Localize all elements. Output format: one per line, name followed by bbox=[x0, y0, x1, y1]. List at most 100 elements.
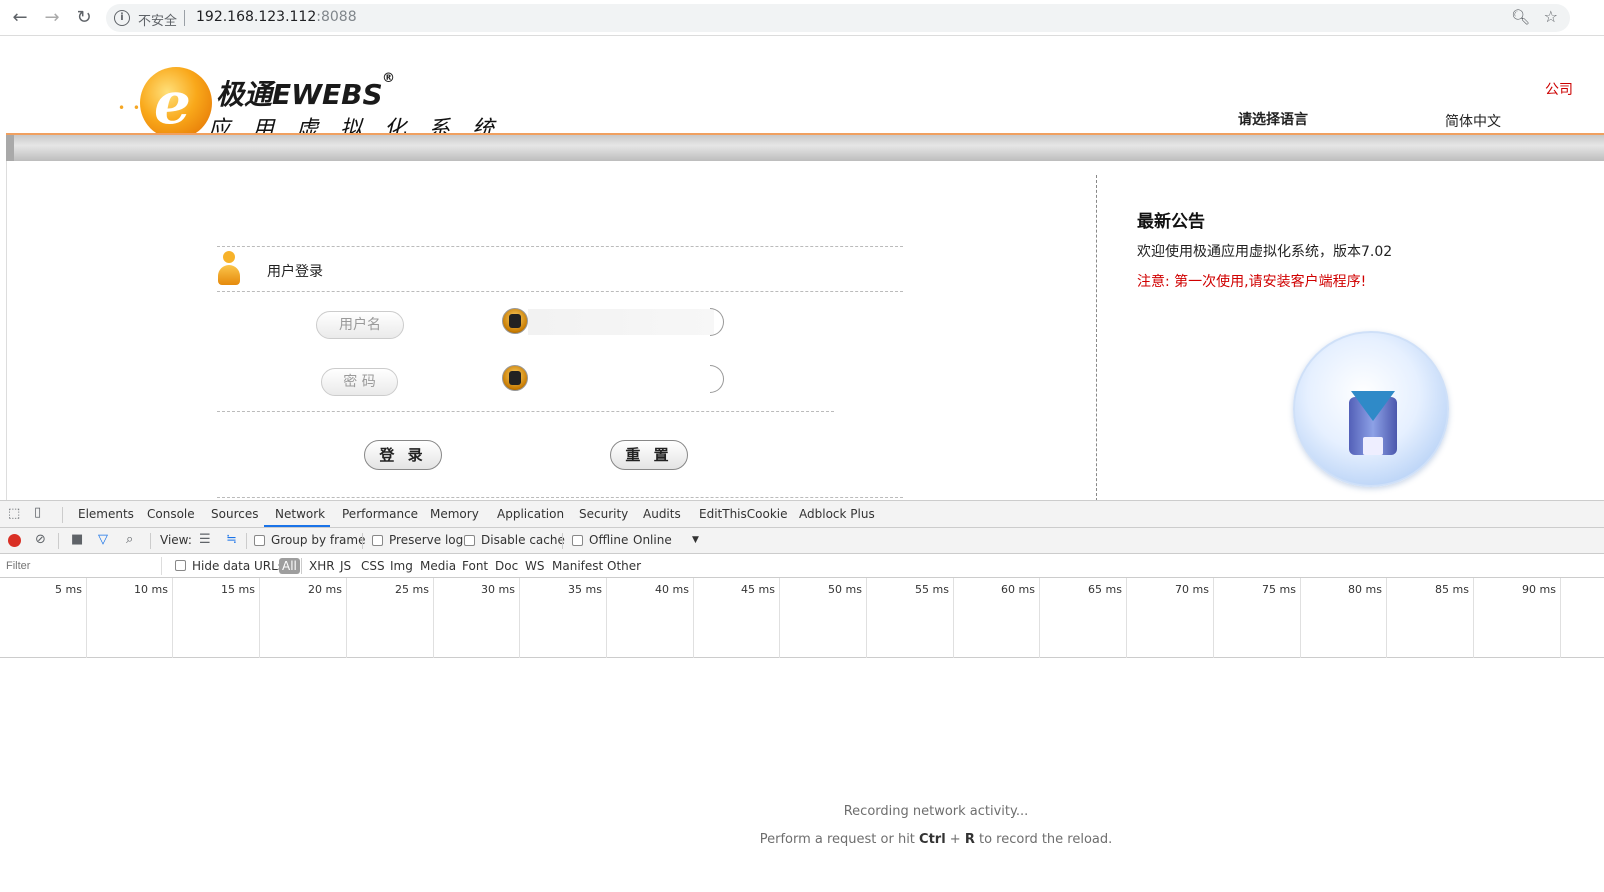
tab-network[interactable]: Network bbox=[275, 507, 325, 521]
chevron-down-icon[interactable]: ▼ bbox=[692, 535, 699, 545]
address-bar[interactable]: i 不安全 192.168.123.112:8088 🔍︎ ☆ bbox=[106, 4, 1570, 32]
timeline-tick-label: 90 ms bbox=[1522, 583, 1556, 596]
r-key: R bbox=[964, 832, 975, 847]
back-arrow-icon[interactable]: ← bbox=[8, 6, 32, 30]
tab-editthiscookie[interactable]: EditThisCookie bbox=[699, 507, 788, 521]
news-title: 最新公告 bbox=[1137, 212, 1205, 232]
tab-application[interactable]: Application bbox=[497, 507, 564, 521]
filter-media[interactable]: Media bbox=[420, 559, 456, 573]
reload-hint-plus: + bbox=[945, 832, 965, 847]
preserve-log-checkbox[interactable] bbox=[372, 535, 383, 546]
tab-memory[interactable]: Memory bbox=[430, 507, 479, 521]
page-left-border bbox=[6, 161, 7, 501]
devtools-panel: ⬚ ▯ Elements Console Sources Network Per… bbox=[0, 500, 1604, 892]
reload-icon[interactable]: ↻ bbox=[72, 6, 96, 30]
username-input[interactable] bbox=[528, 309, 714, 335]
tab-adblock-plus[interactable]: Adblock Plus bbox=[799, 507, 875, 521]
reload-hint: Perform a request or hit Ctrl + R to rec… bbox=[0, 832, 1604, 847]
login-button[interactable]: 登 录 bbox=[364, 440, 442, 470]
browser-toolbar: ← → ↻ i 不安全 192.168.123.112:8088 🔍︎ ☆ bbox=[0, 0, 1604, 36]
toolbar-separator bbox=[246, 533, 247, 549]
group-by-frame-checkbox[interactable] bbox=[254, 535, 265, 546]
logo-e-icon: e bbox=[140, 67, 212, 139]
web-page: • • e 极通EWEBS ® 应用虚拟化系统 请选择语言 简体中文 公司 用户… bbox=[0, 37, 1604, 501]
tab-security[interactable]: Security bbox=[579, 507, 628, 521]
address-separator bbox=[184, 10, 185, 26]
filter-all[interactable]: All bbox=[279, 558, 300, 574]
forward-arrow-icon[interactable]: → bbox=[40, 6, 64, 30]
screenshot-camera-icon[interactable]: ■ bbox=[71, 532, 83, 547]
client-download-icon[interactable] bbox=[1293, 331, 1449, 487]
username-label: 用户名 bbox=[316, 311, 404, 339]
filter-manifest[interactable]: Manifest bbox=[552, 559, 603, 573]
inspect-element-icon[interactable]: ⬚ bbox=[8, 506, 20, 521]
waterfall-icon[interactable]: ≒ bbox=[226, 532, 237, 547]
filter-other[interactable]: Other bbox=[607, 559, 641, 573]
ctrl-key: Ctrl bbox=[919, 832, 946, 847]
toolbar-separator bbox=[362, 533, 363, 549]
password-label: 密 码 bbox=[321, 368, 398, 396]
device-toolbar-icon[interactable]: ▯ bbox=[34, 505, 41, 520]
preserve-log-label: Preserve log bbox=[389, 533, 464, 547]
disable-cache-label: Disable cache bbox=[481, 533, 565, 547]
network-timeline-overview[interactable]: 5 ms 10 ms 15 ms 20 ms 25 ms 30 ms 35 ms 40 ms 4… bbox=[0, 578, 1604, 658]
lock-icon bbox=[502, 365, 528, 391]
clear-icon[interactable]: ⊘ bbox=[35, 532, 46, 547]
logo-title: 极通EWEBS bbox=[216, 78, 383, 111]
news-warning-text: 注意: 第一次使用,请安装客户端程序! bbox=[1137, 274, 1367, 290]
user-avatar-icon bbox=[502, 308, 528, 334]
network-toolbar: ⊘ ■ ▽ ⌕ View: ☰ ≒ Group by frame Preserv… bbox=[0, 528, 1604, 554]
filter-js[interactable]: JS bbox=[340, 559, 351, 573]
tab-sources[interactable]: Sources bbox=[211, 507, 258, 521]
top-right-link[interactable]: 公司 bbox=[1545, 79, 1573, 99]
view-label: View: bbox=[160, 533, 192, 547]
large-rows-icon[interactable]: ☰ bbox=[199, 532, 211, 547]
offline-checkbox[interactable] bbox=[572, 535, 583, 546]
login-title-divider bbox=[217, 291, 903, 292]
zoom-icon[interactable]: 🔍︎ bbox=[1511, 8, 1530, 26]
password-input[interactable] bbox=[528, 366, 714, 392]
filter-font[interactable]: Font bbox=[462, 559, 488, 573]
tab-elements[interactable]: Elements bbox=[78, 507, 134, 521]
url-host: 192.168.123.112 bbox=[196, 9, 317, 25]
logo-dots: • • bbox=[118, 101, 142, 115]
reload-hint-post: to record the reload. bbox=[974, 832, 1113, 847]
timeline-tick: 90 ms bbox=[0, 578, 1561, 658]
field-end-cap bbox=[710, 365, 724, 393]
url-text[interactable]: 192.168.123.112:8088 bbox=[196, 9, 357, 25]
throttling-select[interactable]: Online bbox=[633, 533, 672, 547]
hide-data-urls-checkbox[interactable] bbox=[175, 560, 186, 571]
toolbar-separator bbox=[58, 533, 59, 549]
hide-data-urls-label: Hide data URLs bbox=[192, 559, 285, 573]
tab-audits[interactable]: Audits bbox=[643, 507, 681, 521]
active-tab-indicator bbox=[264, 525, 330, 527]
toolbar-separator bbox=[150, 533, 151, 549]
filter-doc[interactable]: Doc bbox=[495, 559, 518, 573]
filter-ws[interactable]: WS bbox=[525, 559, 544, 573]
disable-cache-checkbox[interactable] bbox=[464, 535, 475, 546]
username-field[interactable] bbox=[502, 308, 724, 336]
search-icon[interactable]: ⌕ bbox=[126, 532, 133, 547]
reset-button[interactable]: 重 置 bbox=[610, 440, 688, 470]
info-icon[interactable]: i bbox=[114, 10, 130, 26]
security-status[interactable]: 不安全 bbox=[138, 10, 177, 29]
filter-img[interactable]: Img bbox=[390, 559, 413, 573]
tab-separator bbox=[62, 507, 63, 523]
group-by-frame-label: Group by frame bbox=[271, 533, 366, 547]
bookmark-star-icon[interactable]: ☆ bbox=[1544, 7, 1558, 26]
reload-hint-pre: Perform a request or hit bbox=[759, 832, 920, 847]
language-select[interactable]: 简体中文 bbox=[1445, 111, 1501, 131]
filter-css[interactable]: CSS bbox=[361, 559, 385, 573]
login-top-divider bbox=[217, 246, 903, 247]
tab-console[interactable]: Console bbox=[147, 507, 195, 521]
recording-message: Recording network activity... bbox=[843, 804, 1029, 819]
filter-xhr[interactable]: XHR bbox=[309, 559, 335, 573]
news-welcome-text: 欢迎使用极通应用虚拟化系统，版本7.02 bbox=[1137, 244, 1393, 260]
tab-performance[interactable]: Performance bbox=[342, 507, 418, 521]
record-icon[interactable] bbox=[8, 534, 21, 547]
password-field[interactable] bbox=[502, 365, 724, 393]
filter-funnel-icon[interactable]: ▽ bbox=[98, 532, 108, 547]
filter-input[interactable] bbox=[2, 557, 162, 575]
filter-separator bbox=[301, 558, 302, 574]
header-band bbox=[6, 135, 1604, 161]
